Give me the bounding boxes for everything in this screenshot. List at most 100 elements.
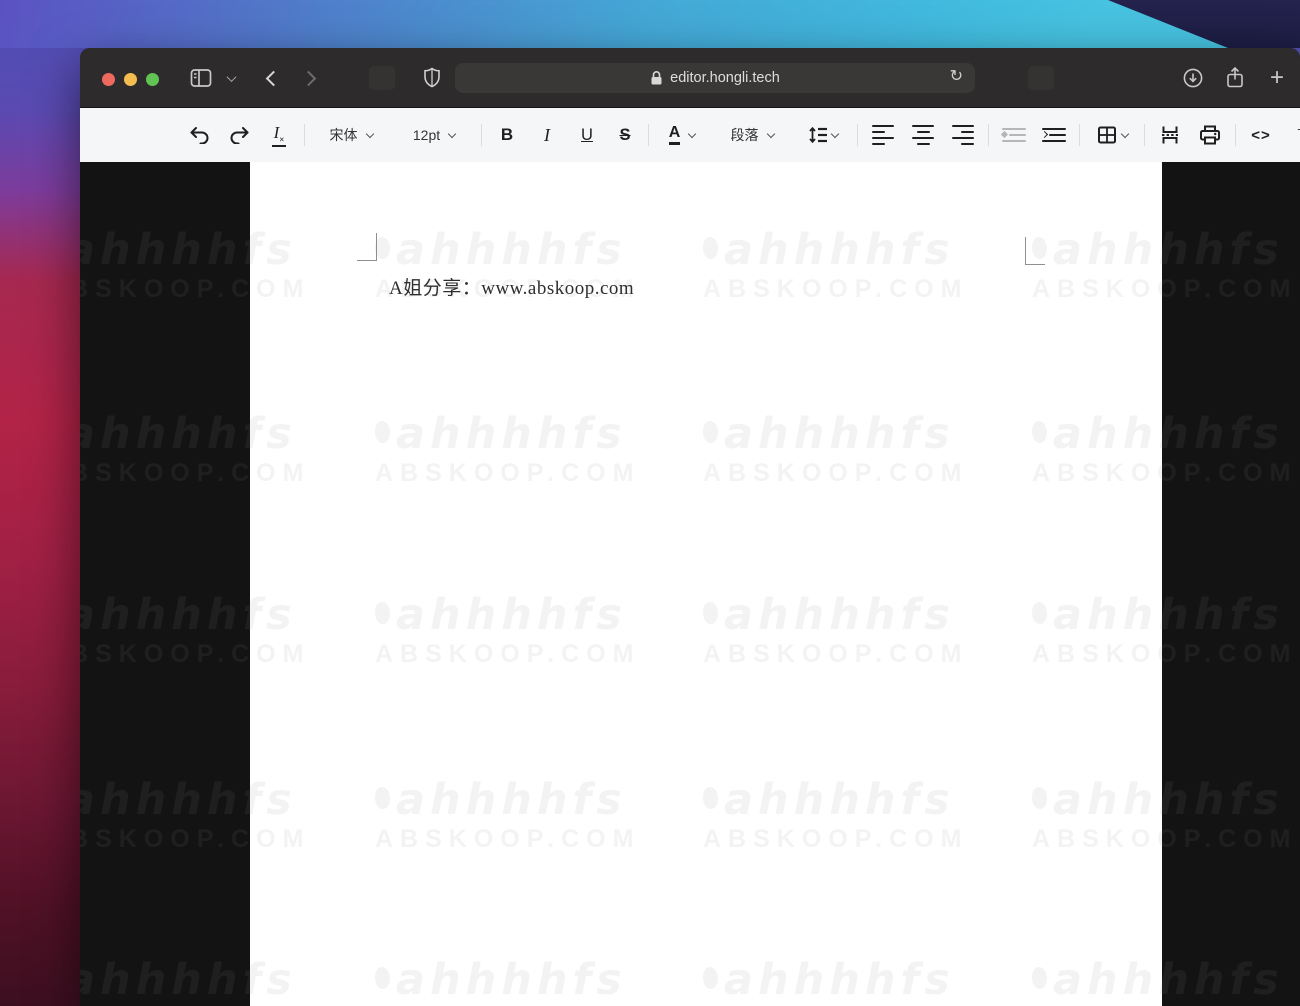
italic-button[interactable]: I (527, 118, 567, 152)
bold-button[interactable]: B (487, 118, 527, 152)
watermark-logo-icon (375, 421, 390, 443)
shield-icon (422, 67, 442, 89)
font-family-select[interactable]: 宋体 (310, 118, 392, 152)
watermark-logo-icon (703, 237, 718, 259)
code-view-icon: <> (1251, 127, 1271, 144)
editor-content-area: ahhhhfsABSKOOP.COM ahhhhfsABSKOOP.COM ahhh… (80, 162, 1300, 1006)
desktop-wallpaper: editor.hongli.tech ↻ + (0, 0, 1300, 1006)
align-left-icon (872, 125, 894, 146)
chevron-right-icon (301, 70, 317, 86)
watermark-layer-page: ahhhhfsABSKOOP.COM ahhhhfsABSKOOP.COM ahhh… (250, 162, 1162, 1006)
watermark-logo-icon (703, 602, 718, 624)
clear-formatting-button[interactable]: I× (259, 118, 299, 152)
new-tab-button[interactable]: + (1262, 62, 1292, 94)
redo-button[interactable] (219, 118, 259, 152)
align-center-icon (912, 125, 934, 146)
watermark-tile: ahhhhfsABSKOOP.COM (250, 958, 310, 1006)
document-page[interactable]: ahhhhfsABSKOOP.COM ahhhhfsABSKOOP.COM ahhh… (250, 162, 1162, 1006)
watermark-tile: ahhhhfsABSKOOP.COM (1032, 958, 1162, 1006)
align-center-button[interactable] (903, 118, 943, 152)
downloads-button[interactable] (1178, 62, 1208, 94)
undo-icon (189, 126, 210, 144)
watermark-logo-icon (703, 421, 718, 443)
print-button[interactable] (1190, 118, 1230, 152)
watermark-logo-icon (1032, 787, 1047, 809)
watermark-tile: ahhhhfsABSKOOP.COM (250, 593, 310, 669)
font-family-value: 宋体 (330, 125, 358, 145)
address-bar[interactable]: editor.hongli.tech ↻ (455, 63, 975, 93)
document-text[interactable]: A姐分享：www.abskoop.com (389, 273, 634, 300)
watermark-tile: ahhhhfsABSKOOP.COM (250, 228, 310, 304)
indent-button[interactable] (1034, 118, 1074, 152)
clear-formatting-icon: I× (272, 123, 287, 147)
toolbar-separator (481, 124, 482, 146)
page-break-button[interactable] (1150, 118, 1190, 152)
toolbar-separator (988, 124, 989, 146)
toolbar-separator (1144, 124, 1145, 146)
chevron-down-icon (831, 129, 839, 137)
minimize-window-button[interactable] (124, 73, 137, 86)
margin-corner-mark-right (1025, 237, 1045, 265)
watermark-tile: ahhhhfsABSKOOP.COM (703, 778, 968, 854)
toolbar-separator (1079, 124, 1080, 146)
strikethrough-button[interactable]: S (607, 118, 643, 152)
sidebar-menu-chevron[interactable] (222, 62, 240, 94)
watermark-logo-icon (1032, 602, 1047, 624)
editor-toolbar: I× 宋体 12pt B I U S A 段落 (80, 108, 1300, 162)
share-icon (1225, 66, 1245, 90)
download-document-button[interactable]: 下载 (1281, 118, 1300, 152)
privacy-report-button[interactable] (418, 62, 446, 94)
paragraph-format-value: 段落 (731, 125, 759, 145)
font-color-icon: A (669, 125, 681, 145)
watermark-logo-icon (375, 237, 390, 259)
zoom-window-button[interactable] (146, 73, 159, 86)
share-button[interactable] (1220, 62, 1250, 94)
watermark-logo-icon (375, 967, 390, 989)
watermark-tile: ahhhhfsABSKOOP.COM (375, 593, 640, 669)
toolbar-separator (304, 124, 305, 146)
outdent-button[interactable] (994, 118, 1034, 152)
forward-button[interactable] (296, 62, 326, 94)
paragraph-format-select[interactable]: 段落 (710, 118, 794, 152)
font-size-select[interactable]: 12pt (392, 118, 476, 152)
line-height-select[interactable] (794, 118, 852, 152)
page-break-icon (1159, 125, 1181, 145)
sidebar-toggle-button[interactable] (186, 62, 216, 94)
undo-button[interactable] (179, 118, 219, 152)
download-circle-icon (1182, 67, 1204, 89)
watermark-tile: ahhhhfsABSKOOP.COM (1032, 412, 1162, 488)
chevron-down-icon (688, 129, 696, 137)
extension-ghost-icon[interactable] (369, 66, 395, 90)
wallpaper-top-gradient (0, 0, 1300, 48)
watermark-logo-icon (375, 787, 390, 809)
align-right-button[interactable] (943, 118, 983, 152)
safari-window: editor.hongli.tech ↻ + (80, 48, 1300, 1006)
chevron-down-icon (365, 129, 373, 137)
watermark-tile: ahhhhfsABSKOOP.COM (1032, 593, 1162, 669)
chevron-down-icon (226, 72, 236, 82)
plus-icon: + (1270, 64, 1284, 92)
watermark-logo-icon (1032, 967, 1047, 989)
watermark-logo-icon (703, 787, 718, 809)
browser-titlebar: editor.hongli.tech ↻ + (80, 48, 1300, 108)
outdent-icon (1002, 128, 1026, 143)
reload-button[interactable]: ↻ (950, 66, 963, 85)
watermark-tile: ahhhhfsABSKOOP.COM (703, 958, 968, 1006)
watermark-tile: ahhhhfsABSKOOP.COM (1032, 228, 1162, 304)
toolbar-separator (857, 124, 858, 146)
extension-ghost-icon[interactable] (1028, 66, 1054, 90)
underline-button[interactable]: U (567, 118, 607, 152)
font-color-select[interactable]: A (654, 118, 710, 152)
watermark-logo-icon (375, 602, 390, 624)
line-height-icon (808, 126, 828, 144)
watermark-tile: ahhhhfsABSKOOP.COM (375, 958, 640, 1006)
code-view-button[interactable]: <> (1241, 118, 1281, 152)
indent-icon (1042, 128, 1066, 143)
align-left-button[interactable] (863, 118, 903, 152)
printer-icon (1199, 125, 1221, 145)
sidebar-icon (190, 68, 212, 88)
back-button[interactable] (256, 62, 286, 94)
watermark-logo-icon (1032, 421, 1047, 443)
insert-table-select[interactable] (1085, 118, 1139, 152)
close-window-button[interactable] (102, 73, 115, 86)
